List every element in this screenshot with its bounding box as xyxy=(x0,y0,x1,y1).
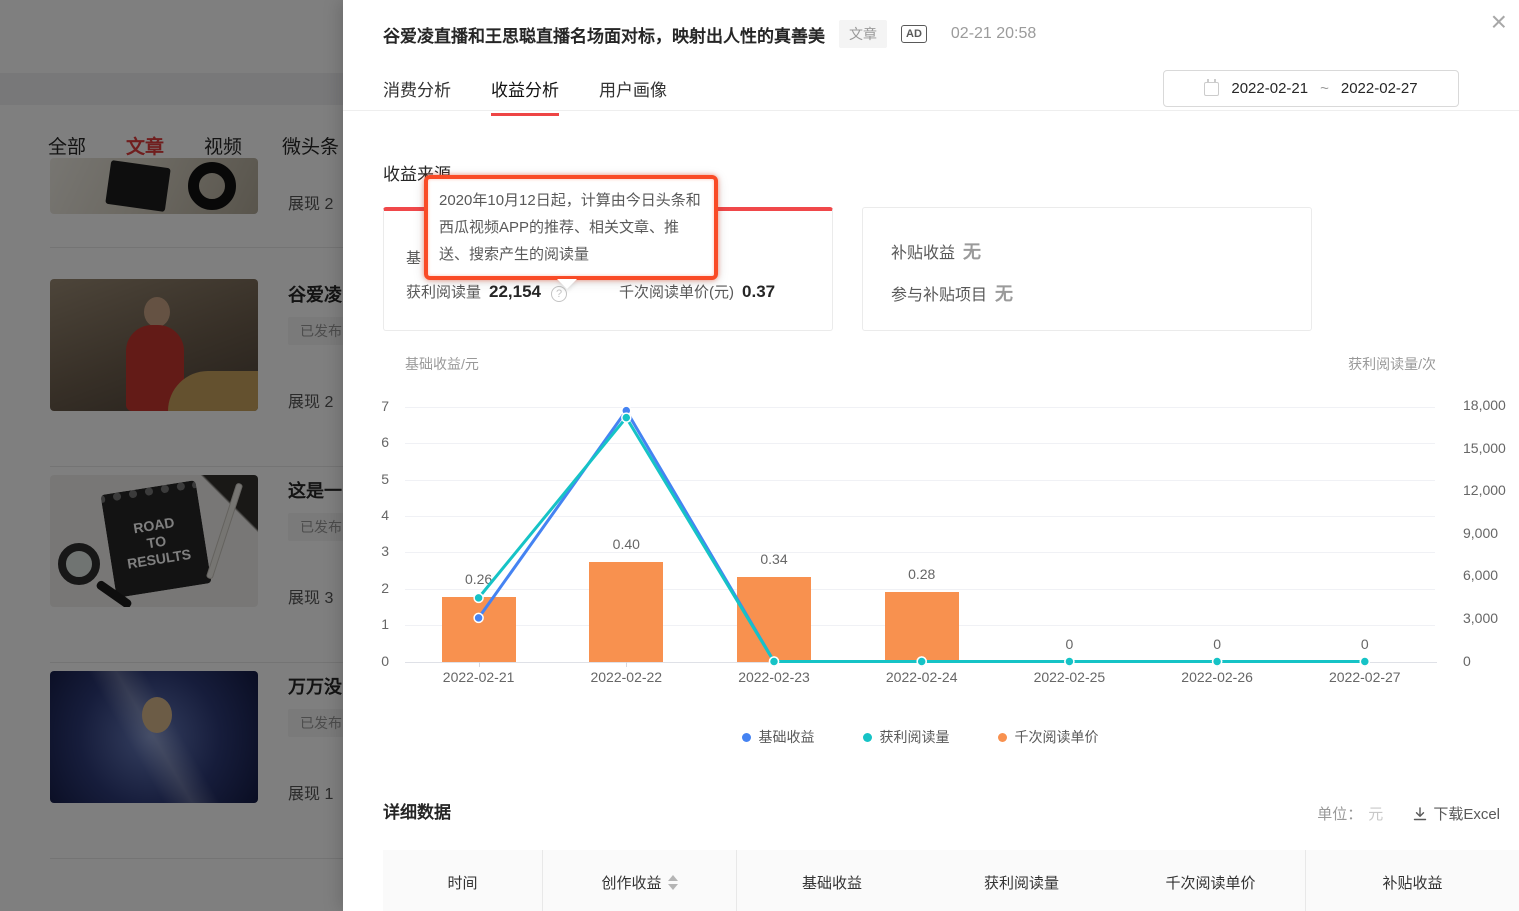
unit-value: 元 xyxy=(1368,803,1383,824)
column-header-5[interactable]: 千次阅读单价 xyxy=(1116,850,1306,911)
left-axis-tick-labels: 0 1 2 3 4 5 6 7 xyxy=(343,395,397,705)
left-tick-label: 1 xyxy=(381,616,389,632)
unit-label: 单位： xyxy=(1317,803,1362,824)
date-range-separator: ~ xyxy=(1320,80,1329,97)
column-header-3[interactable]: 基础收益 xyxy=(737,850,927,911)
content-type-badge: 文章 xyxy=(839,20,887,48)
column-header-label: 获利阅读量 xyxy=(984,872,1059,893)
profit-reads-value: 22,154 xyxy=(489,282,541,302)
data-point[interactable] xyxy=(1360,657,1369,666)
right-tick-label: 6,000 xyxy=(1463,567,1498,583)
calendar-icon xyxy=(1204,82,1219,96)
revenue-analysis-modal: × 谷爱凌直播和王思聪直播名场面对标，映射出人性的真善美 文章 AD 02-21… xyxy=(343,0,1519,911)
left-tick-label: 4 xyxy=(381,507,389,523)
line-获利阅读量 xyxy=(479,418,1365,662)
data-point[interactable] xyxy=(917,657,926,666)
legend-item[interactable]: 千次阅读单价 xyxy=(998,727,1099,747)
column-header-label: 基础收益 xyxy=(802,872,862,893)
chart-legend: 基础收益 获利阅读量 千次阅读单价 xyxy=(405,727,1435,747)
left-tick-label: 2 xyxy=(381,580,389,596)
right-tick-label: 15,000 xyxy=(1463,440,1506,456)
column-header-4[interactable]: 获利阅读量 xyxy=(927,850,1116,911)
legend-dot xyxy=(863,733,872,742)
subsidy-project-label: 参与补贴项目 xyxy=(891,281,987,305)
left-tick-label: 5 xyxy=(381,471,389,487)
profit-reads-label: 获利阅读量 xyxy=(406,281,481,302)
right-tick-label: 12,000 xyxy=(1463,482,1506,498)
left-axis-title: 基础收益/元 xyxy=(405,354,479,374)
tooltip-arrow xyxy=(557,279,577,289)
line-series-layer xyxy=(405,395,1435,705)
column-header-2[interactable]: 创作收益 xyxy=(543,850,737,911)
column-header-1[interactable]: 时间 xyxy=(383,850,543,911)
line-基础收益 xyxy=(479,411,1365,662)
legend-item[interactable]: 获利阅读量 xyxy=(863,727,950,747)
column-header-label: 千次阅读单价 xyxy=(1165,872,1255,893)
right-tick-label: 18,000 xyxy=(1463,397,1506,413)
article-title: 谷爱凌直播和王思聪直播名场面对标，映射出人性的真善美 xyxy=(383,22,825,47)
subsidy-project-value: 无 xyxy=(995,280,1013,306)
legend-label: 千次阅读单价 xyxy=(1015,727,1099,747)
unit-price-label: 千次阅读单价(元) xyxy=(619,281,734,302)
partially-hidden-label: 基 xyxy=(406,247,421,268)
legend-label: 获利阅读量 xyxy=(880,727,950,747)
right-tick-label: 9,000 xyxy=(1463,525,1498,541)
ad-badge: AD xyxy=(901,25,927,43)
data-point[interactable] xyxy=(474,613,483,622)
screen: 全部文章视频微头条 展现 2 谷爱凌 已发布 展现 2 ROADTORESULT… xyxy=(0,0,1519,911)
date-range-start: 2022-02-21 xyxy=(1231,80,1308,97)
date-range-end: 2022-02-27 xyxy=(1341,80,1418,97)
column-header-label: 创作收益 xyxy=(601,872,661,893)
column-header-label: 补贴收益 xyxy=(1382,872,1442,893)
legend-label: 基础收益 xyxy=(759,727,815,747)
unit-price-value: 0.37 xyxy=(742,282,775,302)
data-point[interactable] xyxy=(770,657,779,666)
right-tick-label: 3,000 xyxy=(1463,610,1498,626)
column-header-6[interactable]: 补贴收益 xyxy=(1306,850,1519,911)
chart-plot-area[interactable]: 0.260.400.340.280002022-02-212022-02-222… xyxy=(405,395,1435,705)
close-icon[interactable]: × xyxy=(1491,8,1507,36)
right-axis-title: 获利阅读量/次 xyxy=(1348,354,1436,374)
legend-item[interactable]: 基础收益 xyxy=(742,727,815,747)
data-point[interactable] xyxy=(474,593,483,602)
download-excel-label: 下载Excel xyxy=(1433,803,1500,824)
right-tick-label: 0 xyxy=(1463,653,1471,669)
download-icon xyxy=(1413,807,1427,821)
right-axis-tick-labels: 0 3,000 6,000 9,000 12,000 15,000 18,000 xyxy=(1455,395,1519,705)
date-range-picker[interactable]: 2022-02-21 ~ 2022-02-27 xyxy=(1163,70,1459,107)
sort-carets-icon[interactable] xyxy=(668,875,678,890)
download-excel-button[interactable]: 下载Excel xyxy=(1413,803,1500,824)
left-tick-label: 3 xyxy=(381,543,389,559)
table-header-row: 时间 创作收益 基础收益 获利阅读量 千次阅读单价 补贴收益 xyxy=(383,850,1519,911)
left-tick-label: 0 xyxy=(381,653,389,669)
column-header-label: 时间 xyxy=(447,872,477,893)
tooltip-text: 2020年10月12日起，计算由今日头条和西瓜视频APP的推荐、相关文章、推送、… xyxy=(439,192,701,263)
detail-data-table: 时间 创作收益 基础收益 获利阅读量 千次阅读单价 补贴收益 xyxy=(383,850,1519,911)
subsidy-value: 无 xyxy=(963,238,981,264)
detail-data-section-title: 详细数据 xyxy=(383,798,451,823)
header-divider xyxy=(343,110,1519,111)
subsidy-label: 补贴收益 xyxy=(891,239,955,263)
left-tick-label: 7 xyxy=(381,398,389,414)
left-tick-label: 6 xyxy=(381,434,389,450)
data-point[interactable] xyxy=(1065,657,1074,666)
legend-dot xyxy=(742,733,751,742)
data-point[interactable] xyxy=(1213,657,1222,666)
revenue-combo-chart: 0 1 2 3 4 5 6 7 0.260.400.340.280002022-02-2120… xyxy=(343,395,1519,705)
data-point[interactable] xyxy=(622,413,631,422)
legend-dot xyxy=(998,733,1007,742)
subsidy-card: 补贴收益 无 参与补贴项目 无 xyxy=(862,207,1312,331)
profit-reads-help-tooltip: 2020年10月12日起，计算由今日头条和西瓜视频APP的推荐、相关文章、推送、… xyxy=(425,176,717,279)
publish-timestamp: 02-21 20:58 xyxy=(951,25,1036,43)
